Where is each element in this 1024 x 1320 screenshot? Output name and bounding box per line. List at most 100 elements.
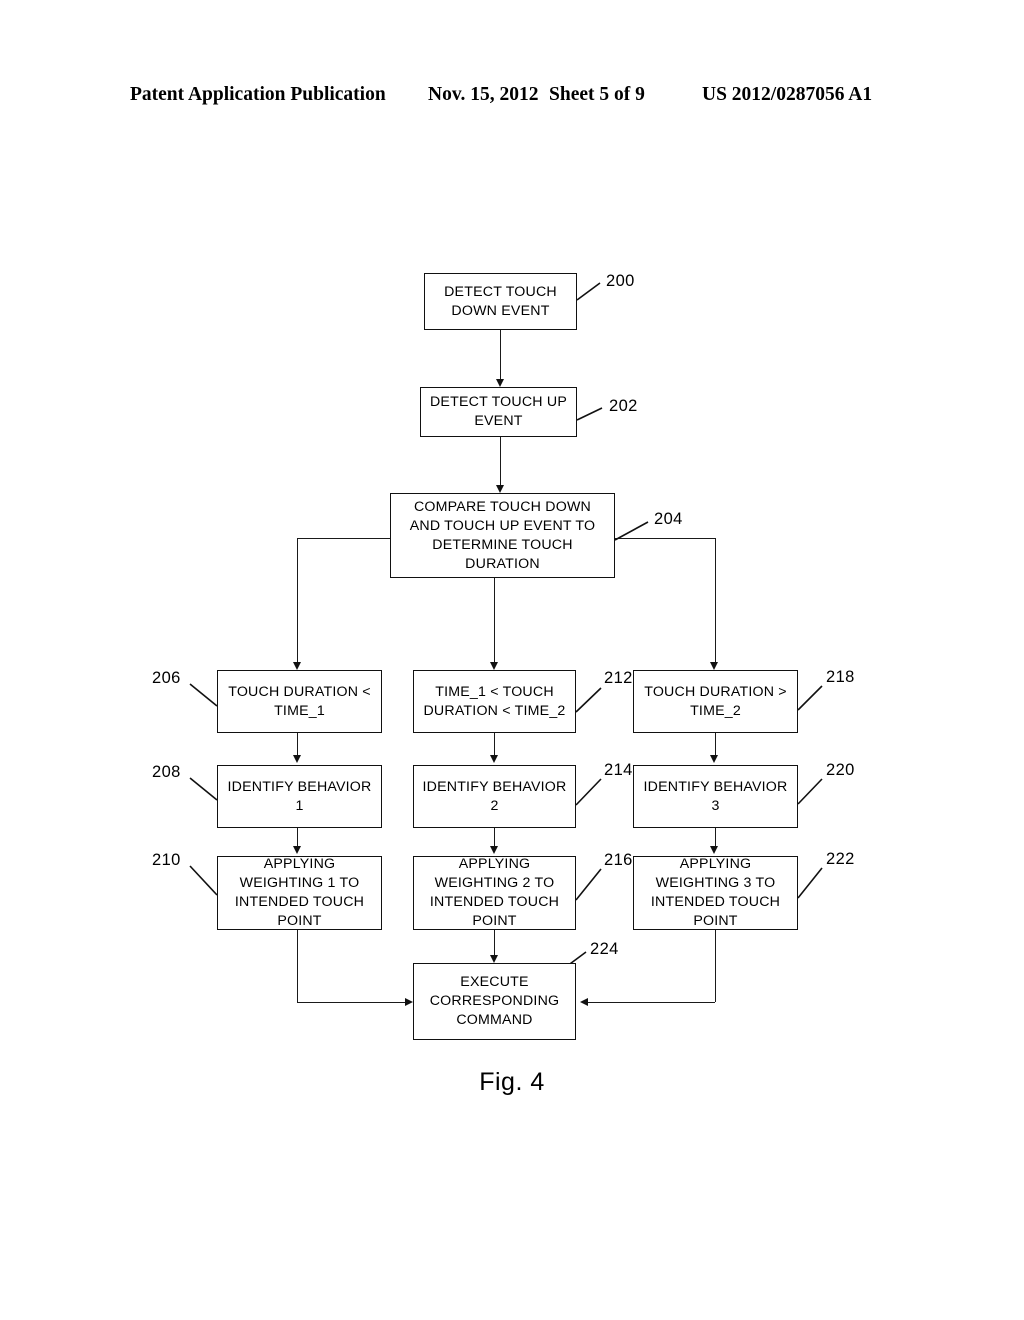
node-identify-behavior-1[interactable]: IDENTIFY BEHAVIOR 1 xyxy=(217,765,382,828)
leader-206 xyxy=(189,683,218,707)
connector-204-right-vertical xyxy=(714,538,716,662)
node-202-line2: EVENT xyxy=(474,413,523,429)
leader-222 xyxy=(797,867,823,899)
connector-208-to-210 xyxy=(297,828,298,846)
node-216-line3: INTENDED TOUCH xyxy=(429,894,560,910)
connector-204-center-vertical xyxy=(494,578,495,662)
node-210-line1: APPLYING xyxy=(263,856,336,872)
leader-218 xyxy=(797,685,823,711)
node-220-line2: 3 xyxy=(711,797,720,814)
connector-220-to-222 xyxy=(714,828,716,846)
node-210-line3: INTENDED TOUCH xyxy=(234,894,365,910)
connector-216-to-224 xyxy=(494,930,495,955)
arrowhead-222-in xyxy=(710,846,718,854)
node-210-line4: POINT xyxy=(277,913,322,929)
arrowhead-210-in xyxy=(292,846,301,854)
patent-drawing-page: Patent Application Publication Nov. 15, … xyxy=(0,0,1024,1320)
connector-222-to-224-horizontal xyxy=(588,1002,715,1003)
node-204-line2: AND TOUCH UP EVENT TO xyxy=(409,517,596,534)
ref-numeral-216: 216 xyxy=(604,851,633,869)
node-applying-weighting-3[interactable]: APPLYING WEIGHTING 3 TO INTENDED TOUCH P… xyxy=(633,856,798,930)
node-compare-touch-events[interactable]: COMPARE TOUCH DOWN AND TOUCH UP EVENT TO… xyxy=(390,493,615,578)
node-218-line1: TOUCH DURATION > xyxy=(644,683,787,700)
connector-222-to-224-vertical xyxy=(714,930,716,1002)
page-header: Patent Application Publication Nov. 15, … xyxy=(0,84,1024,110)
node-identify-behavior-3[interactable]: IDENTIFY BEHAVIOR 3 xyxy=(633,765,798,828)
node-216-line4: POINT xyxy=(472,913,517,929)
leader-216 xyxy=(575,868,602,901)
arrowhead-224-in-left xyxy=(405,997,413,1006)
node-touch-duration-between-times[interactable]: TIME_1 < TOUCH DURATION < TIME_2 xyxy=(413,670,576,733)
node-214-line2: 2 xyxy=(490,797,499,814)
node-detect-touch-down-event[interactable]: DETECT TOUCH DOWN EVENT xyxy=(424,273,577,330)
node-214-line1: IDENTIFY BEHAVIOR xyxy=(422,778,567,795)
node-200-line1: DETECT TOUCH xyxy=(444,283,557,300)
node-208-line1: IDENTIFY BEHAVIOR xyxy=(227,778,372,795)
reference-leader-lines xyxy=(189,282,823,979)
ref-numeral-214: 214 xyxy=(604,761,633,779)
leader-210 xyxy=(189,865,218,896)
leader-220 xyxy=(797,778,823,805)
leader-200 xyxy=(576,282,601,301)
node-execute-corresponding-command[interactable]: EXECUTE CORRESPONDING COMMAND xyxy=(413,963,576,1040)
node-204-line1: COMPARE TOUCH DOWN xyxy=(413,498,591,515)
ref-numeral-212: 212 xyxy=(604,669,633,687)
arrowhead-206-in xyxy=(292,662,301,670)
node-identify-behavior-2[interactable]: IDENTIFY BEHAVIOR 2 xyxy=(413,765,576,828)
arrowhead-224-in-right xyxy=(580,997,588,1006)
connector-210-to-224-horizontal xyxy=(297,1002,407,1003)
node-222-line4: POINT xyxy=(693,913,738,929)
node-224-line2: CORRESPONDING xyxy=(429,993,560,1009)
node-202-line1: DETECT TOUCH UP xyxy=(429,394,567,410)
connector-204-right-horizontal xyxy=(615,538,716,539)
node-detect-touch-up-event[interactable]: DETECT TOUCH UP EVENT xyxy=(420,387,577,437)
node-200-line2: DOWN EVENT xyxy=(451,302,550,319)
node-applying-weighting-2[interactable]: APPLYING WEIGHTING 2 TO INTENDED TOUCH P… xyxy=(413,856,576,930)
arrowhead-224-in-top xyxy=(489,955,498,963)
ref-numeral-204: 204 xyxy=(654,510,683,528)
ref-numeral-210: 210 xyxy=(152,851,181,869)
node-220-line1: IDENTIFY BEHAVIOR xyxy=(643,778,788,795)
connector-202-to-204 xyxy=(500,437,501,485)
header-date: Nov. 15, 2012 xyxy=(428,84,539,105)
arrowhead-204-in xyxy=(495,485,504,493)
node-206-line2: TIME_1 xyxy=(274,702,325,719)
node-204-line3: DETERMINE TOUCH xyxy=(432,536,573,553)
connector-204-left-vertical xyxy=(297,538,298,662)
node-206-line1: TOUCH DURATION < xyxy=(228,683,371,700)
leader-208 xyxy=(189,777,218,801)
node-touch-duration-less-than-time1[interactable]: TOUCH DURATION < TIME_1 xyxy=(217,670,382,733)
ref-numeral-200: 200 xyxy=(606,272,635,290)
node-212-line1: TIME_1 < TOUCH xyxy=(435,683,554,700)
connector-206-to-208 xyxy=(297,733,298,755)
node-218-line2: TIME_2 xyxy=(690,702,741,719)
node-222-line1: APPLYING xyxy=(679,856,752,872)
header-patent-number: US 2012/0287056 A1 xyxy=(702,84,873,105)
leader-202 xyxy=(576,407,603,421)
connector-200-to-202 xyxy=(500,330,501,379)
leader-214 xyxy=(575,778,602,806)
figure-caption: Fig. 4 xyxy=(479,1068,545,1096)
ref-numeral-206: 206 xyxy=(152,669,181,687)
arrowhead-220-in xyxy=(710,755,718,763)
node-216-line1: APPLYING xyxy=(458,856,531,872)
connector-214-to-216 xyxy=(494,828,495,846)
node-208-line2: 1 xyxy=(295,797,304,814)
node-212-line2: DURATION < TIME_2 xyxy=(423,702,566,719)
connector-204-left-horizontal xyxy=(297,538,390,539)
node-touch-duration-greater-than-time2[interactable]: TOUCH DURATION > TIME_2 xyxy=(633,670,798,733)
connector-212-to-214 xyxy=(494,733,495,755)
ref-numeral-218: 218 xyxy=(826,668,855,686)
node-224-line1: EXECUTE xyxy=(460,974,529,990)
ref-numeral-208: 208 xyxy=(152,763,181,781)
arrowhead-212-in xyxy=(489,662,498,670)
connector-210-to-224-vertical xyxy=(297,930,298,1002)
node-applying-weighting-1[interactable]: APPLYING WEIGHTING 1 TO INTENDED TOUCH P… xyxy=(217,856,382,930)
header-publication-title: Patent Application Publication xyxy=(130,84,386,105)
arrowhead-216-in xyxy=(489,846,498,854)
arrowhead-202-in xyxy=(495,379,504,387)
arrowhead-218-in xyxy=(710,662,718,670)
arrowhead-214-in xyxy=(489,755,498,763)
ref-numeral-224: 224 xyxy=(590,940,619,958)
ref-numeral-222: 222 xyxy=(826,850,855,868)
